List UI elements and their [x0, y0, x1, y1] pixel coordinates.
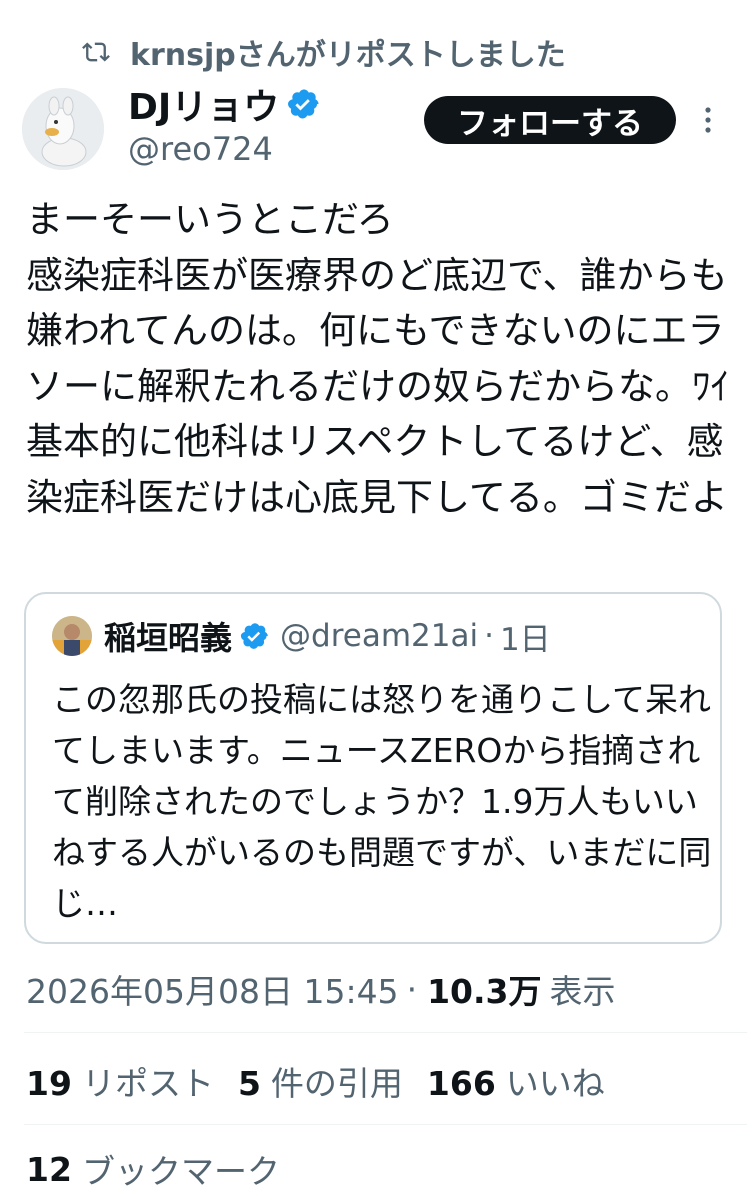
post-meta: 2026年05月08日 15:45 · 10.3万 表示	[26, 964, 615, 1014]
quote-avatar-image	[52, 616, 92, 656]
engagement-stats: 19 リポスト 5 件の引用 166 いいね	[26, 1056, 629, 1106]
separator-dot: ·	[484, 618, 494, 654]
quote-timestamp[interactable]: 1日	[500, 614, 551, 659]
view-count: 10.3万	[427, 972, 542, 1011]
repost-indicator[interactable]: krnsjpさんがリポストしました	[82, 28, 566, 76]
bookmark-stat[interactable]: 12 ブックマーク	[26, 1144, 280, 1194]
more-options-icon[interactable]	[700, 104, 716, 136]
separator-dot: ·	[406, 969, 418, 1009]
quote-avatar[interactable]	[52, 616, 92, 656]
divider	[24, 1032, 747, 1033]
author-name[interactable]: DJリョウ	[128, 78, 279, 130]
author-handle[interactable]: @reo724	[128, 130, 273, 168]
bookmark-count: 12	[26, 1149, 72, 1189]
quote-stat[interactable]: 5 件の引用	[238, 1057, 403, 1105]
repost-count: 19	[26, 1064, 72, 1103]
quote-author-handle: @dream21ai	[280, 618, 479, 654]
quote-count: 5	[237, 1064, 261, 1103]
quote-text: この忽那氏の投稿には怒りを通りこして呆れてしまいます。ニュースZEROから指摘さ…	[52, 680, 712, 923]
avatar-image	[22, 88, 104, 170]
quoted-post-card[interactable]: 稲垣昭義 @dream21ai · 1日 この忽那氏の投稿には怒りを通りこして呆…	[24, 592, 722, 944]
view-count-label: 表示	[549, 972, 616, 1011]
divider	[24, 1124, 747, 1125]
repost-label: リポスト	[81, 1064, 214, 1103]
quote-header[interactable]: 稲垣昭義 @dream21ai · 1日	[104, 610, 551, 662]
repost-stat[interactable]: 19 リポスト	[26, 1057, 214, 1105]
post-text: まーそーいうとこだろ 感染症科医が医療界のど底辺で、誰からも嫌われてんのは。何に…	[26, 198, 729, 519]
like-stat[interactable]: 166 いいね	[427, 1057, 605, 1105]
post-timestamp[interactable]: 2026年05月08日 15:45	[26, 965, 399, 1013]
repost-text: krnsjpさんがリポストしました	[130, 38, 566, 73]
repost-icon	[82, 42, 110, 62]
author-name-row[interactable]: DJリョウ	[128, 80, 321, 128]
quote-author-name[interactable]: 稲垣昭義	[104, 613, 232, 659]
verified-badge-icon	[288, 89, 319, 119]
quote-verified-badge-icon	[240, 623, 268, 649]
like-label: いいね	[505, 1064, 605, 1103]
quote-label: 件の引用	[270, 1064, 403, 1103]
like-count: 166	[426, 1064, 496, 1103]
avatar[interactable]	[22, 88, 104, 170]
bookmark-label: ブックマーク	[81, 1152, 280, 1191]
follow-button[interactable]: フォローする	[424, 96, 676, 144]
